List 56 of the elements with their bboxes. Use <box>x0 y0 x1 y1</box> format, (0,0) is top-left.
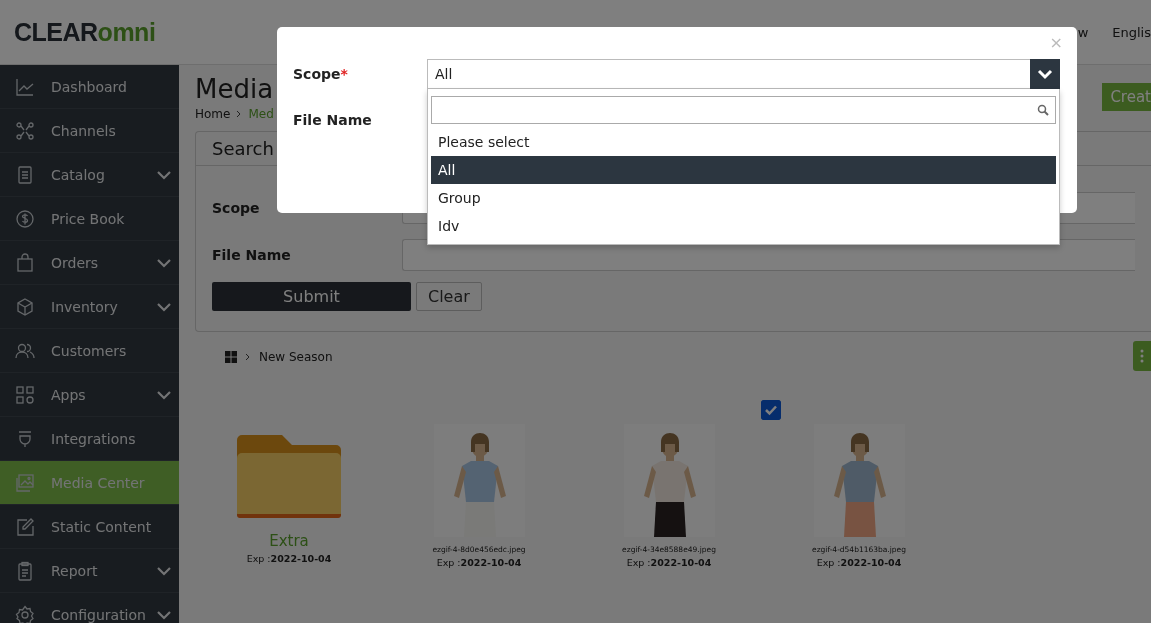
bag-icon <box>15 252 35 273</box>
sidebar-item[interactable]: Orders <box>0 241 179 285</box>
expiry-date: Exp :2022-10-04 <box>246 553 332 564</box>
dropdown-option[interactable]: Idv <box>431 212 1056 240</box>
network-icon <box>15 120 35 141</box>
chevron-right-icon <box>236 110 243 118</box>
sidebar-item[interactable]: Channels <box>0 109 179 153</box>
chart-icon <box>15 76 35 97</box>
sidebar-item[interactable]: Inventory <box>0 285 179 329</box>
more-button[interactable] <box>1133 341 1151 371</box>
edit-icon <box>15 516 35 537</box>
expiry-date: Exp :2022-10-04 <box>626 557 712 568</box>
sidebar-item[interactable]: Configuration <box>0 593 179 623</box>
list-icon <box>15 164 35 185</box>
close-button[interactable]: × <box>1049 33 1063 52</box>
header-link[interactable]: Englis <box>1112 24 1151 40</box>
sidebar-item[interactable]: Apps <box>0 373 179 417</box>
sidebar-item[interactable]: Report <box>0 549 179 593</box>
grid-icon[interactable] <box>225 351 237 363</box>
breadcrumb-current: Med <box>248 107 274 121</box>
breadcrumb-link[interactable]: Home <box>195 107 231 121</box>
folder-icon[interactable] <box>237 434 341 518</box>
chevron-down-icon <box>1037 68 1053 80</box>
dropdown-option[interactable]: Group <box>431 184 1056 212</box>
create-button[interactable]: Creat <box>1102 83 1151 111</box>
search-field[interactable] <box>431 96 1056 124</box>
field-label: Scope* <box>293 66 349 82</box>
folder-name[interactable]: Extra <box>269 532 309 550</box>
logo[interactable]: CLEARomni <box>14 17 156 47</box>
clear-button[interactable]: Clear <box>416 282 482 311</box>
chevron-right-icon <box>245 353 251 361</box>
scope-select[interactable]: All <box>427 59 1060 89</box>
expiry-date: Exp :2022-10-04 <box>816 557 902 568</box>
sidebar-item[interactable]: Static Content <box>0 505 179 549</box>
field-label: File Name <box>212 246 292 263</box>
page-title: Media <box>195 73 274 105</box>
box-icon <box>15 296 35 317</box>
sidebar-item[interactable]: Customers <box>0 329 179 373</box>
header-link[interactable]: w <box>1077 24 1089 40</box>
expiry-date: Exp :2022-10-04 <box>436 557 522 568</box>
sidebar-item[interactable]: Catalog <box>0 153 179 197</box>
sidebar-item[interactable]: Price Book <box>0 197 179 241</box>
search-icon <box>1037 104 1049 116</box>
checkbox[interactable] <box>761 400 781 420</box>
vertical-dots-icon <box>1140 349 1144 363</box>
image-icon <box>15 472 35 493</box>
dollar-icon <box>15 208 35 229</box>
field-label: Scope <box>212 199 261 216</box>
dropdown-option[interactable]: All <box>431 156 1056 184</box>
gear-icon <box>15 604 35 623</box>
apps-icon <box>15 384 35 405</box>
clipboard-icon <box>15 560 35 581</box>
field-label: File Name <box>293 112 373 128</box>
submit-button[interactable]: Submit <box>212 282 411 311</box>
sidebar-item[interactable]: Dashboard <box>0 65 179 109</box>
folder-path: New Season <box>259 350 333 364</box>
